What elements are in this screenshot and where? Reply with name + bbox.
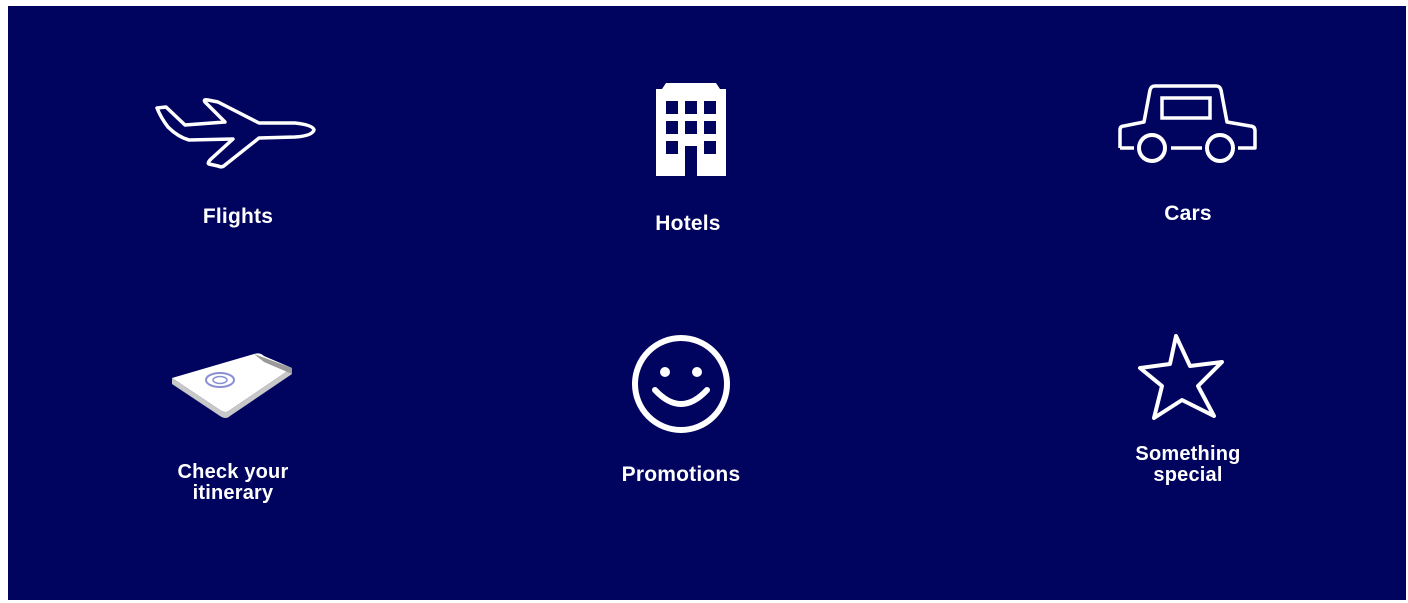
menu-item-cars[interactable]: Cars xyxy=(1088,76,1288,246)
menu-item-flights[interactable]: Flights xyxy=(138,86,328,246)
itinerary-label-line2: itinerary xyxy=(192,482,274,504)
flights-label: Flights xyxy=(202,205,274,228)
cars-label: Cars xyxy=(1164,202,1212,225)
car-icon xyxy=(1118,84,1257,163)
smiley-face-icon xyxy=(632,335,730,433)
hotels-label: Hotels xyxy=(655,212,721,235)
special-label: Something special xyxy=(1088,444,1288,486)
hotel-building-icon xyxy=(656,83,726,176)
itinerary-label: Check your itinerary xyxy=(133,462,333,504)
star-icon xyxy=(1138,334,1224,420)
special-label-line2: special xyxy=(1153,464,1223,486)
menu-item-promotions[interactable]: Promotions xyxy=(581,330,781,500)
promotions-label: Promotions xyxy=(621,463,741,486)
travel-menu-panel: Flights Hotels Cars Check your itinerary… xyxy=(8,6,1406,600)
menu-item-special[interactable]: Something special xyxy=(1088,326,1288,506)
itinerary-label-line1: Check your xyxy=(177,461,289,483)
special-label-line1: Something xyxy=(1135,443,1241,465)
menu-item-hotels[interactable]: Hotels xyxy=(588,76,788,246)
airplane-icon xyxy=(155,98,316,169)
menu-item-itinerary[interactable]: Check your itinerary xyxy=(133,336,333,516)
itinerary-booklet-icon xyxy=(172,353,292,418)
